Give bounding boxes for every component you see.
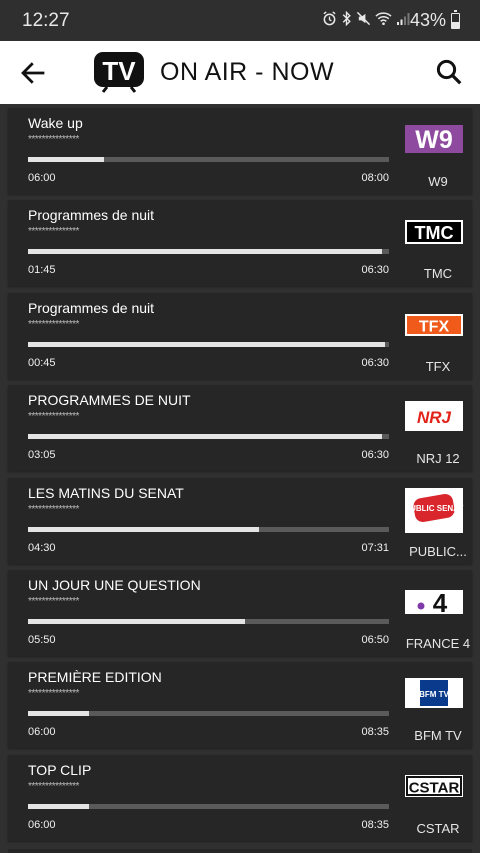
program-subtitle: *************** [28, 226, 79, 238]
channel-name: FRANCE 4 [405, 636, 471, 651]
start-time: 06:00 [28, 172, 56, 184]
start-time: 05:50 [28, 634, 56, 646]
channel-name: CSTAR [416, 820, 460, 836]
channel-logo-text: 4 [433, 588, 448, 617]
channel-logo-bfmtv: BFM TV [405, 678, 463, 709]
channel-logo-tmc: TMC [405, 220, 463, 245]
channel-name: NRJ 12 [416, 451, 460, 467]
program-subtitle: *************** [28, 318, 79, 330]
channel-logo-text: W9 [415, 126, 453, 154]
program-title: PREMIÈRE EDITION [28, 669, 162, 686]
progress-bar [28, 526, 389, 532]
program-subtitle: *************** [28, 503, 79, 515]
status-icons [322, 11, 410, 26]
start-time: 04:30 [28, 541, 56, 554]
progress-bar [28, 434, 389, 440]
status-bar: 12:27 43% [0, 0, 480, 41]
program-title: Wake up [28, 115, 83, 131]
progress-fill [28, 434, 382, 440]
progress-bar [28, 619, 389, 624]
program-card[interactable]: PROGRAMMES DE NUIT *************** 03:05… [8, 385, 472, 472]
channel-name: PUBLIC... [409, 543, 467, 559]
program-subtitle: *************** [28, 780, 79, 792]
channel-logo-text: TMC [415, 223, 454, 243]
channel-logo-w9: W9 [405, 125, 463, 154]
end-time: 06:30 [361, 356, 389, 369]
program-title: TOP CLIP [28, 761, 92, 778]
program-subtitle: *************** [28, 411, 79, 423]
progress-fill [28, 803, 90, 809]
end-time: 08:35 [361, 818, 389, 831]
channel-logo-cstar: CSTAR [405, 774, 463, 797]
progress-bar [28, 341, 389, 347]
program-card[interactable]: PREMIÈRE EDITION *************** 06:00 0… [8, 662, 472, 749]
status-time: 12:27 [22, 10, 70, 31]
start-time: 01:45 [28, 264, 56, 277]
program-title: Programmes de nuit [28, 207, 155, 224]
program-card[interactable]: Programmes de nuit *************** 01:45… [8, 200, 472, 287]
channel-name: W9 [428, 174, 448, 189]
program-card[interactable]: Programmes de nuit *************** 00:45… [8, 292, 472, 379]
channel-logo-public-senat: PUBLIC SENAT [405, 487, 463, 533]
program-subtitle: *************** [28, 688, 79, 700]
start-time: 06:00 [28, 818, 56, 831]
back-arrow-icon[interactable] [18, 58, 48, 88]
battery-icon [451, 10, 460, 29]
progress-bar [28, 803, 389, 809]
end-time: 06:50 [361, 634, 389, 646]
wifi-icon [375, 12, 392, 26]
channel-logo-text: BFM TV [419, 690, 449, 699]
signal-icon [397, 12, 410, 25]
mute-icon [356, 11, 371, 26]
channel-name: TMC [423, 266, 453, 282]
page-title: ON AIR - NOW [160, 58, 335, 86]
program-card[interactable]: LES MATINS DU SENAT *************** 04:3… [8, 477, 472, 564]
channel-logo-text: PUBLIC SENAT [405, 504, 463, 513]
tv-logo-text: TV [102, 56, 136, 86]
app-bar: TV ON AIR - NOW [0, 41, 480, 104]
end-time: 06:30 [361, 264, 389, 277]
alarm-icon [323, 11, 336, 26]
progress-fill [28, 341, 386, 347]
program-card[interactable]: UN JOUR UNE QUESTION *************** 05:… [8, 570, 472, 656]
channel-logo-text: CSTAR [409, 779, 460, 796]
program-title: UN JOUR UNE QUESTION [28, 577, 201, 593]
channel-logo-tfx: TFX [405, 313, 463, 336]
end-time: 08:00 [361, 172, 389, 184]
progress-bar [28, 711, 389, 717]
end-time: 08:35 [361, 726, 389, 739]
start-time: 06:00 [28, 726, 56, 739]
program-title: PROGRAMMES DE NUIT [28, 392, 191, 409]
progress-fill [28, 526, 260, 532]
start-time: 00:45 [28, 356, 56, 369]
progress-fill [28, 249, 382, 255]
channel-name: BFM TV [414, 728, 462, 744]
program-title: LES MATINS DU SENAT [28, 484, 184, 501]
channel-name: TFX [425, 358, 451, 374]
bluetooth-icon [342, 11, 351, 26]
start-time: 03:05 [28, 449, 56, 462]
search-icon[interactable] [434, 57, 464, 87]
channel-logo-text: TFX [419, 318, 450, 335]
program-card[interactable]: TOP CLIP *************** 06:00 08:35 CST… [8, 754, 472, 841]
end-time: 06:30 [361, 449, 389, 462]
channel-logo-france4: 4 [405, 588, 463, 617]
progress-fill [28, 711, 90, 717]
channel-logo-text: NRJ [417, 408, 452, 427]
program-card[interactable]: Wake up *************** 06:00 08:00 W9 W… [8, 108, 472, 194]
program-title: Programmes de nuit [28, 299, 155, 316]
progress-fill [28, 619, 245, 624]
channel-logo-nrj: NRJ [405, 401, 463, 432]
program-subtitle: *************** [28, 596, 79, 607]
tv-logo: TV [94, 52, 144, 93]
progress-fill [28, 157, 104, 162]
program-subtitle: *************** [28, 134, 79, 145]
progress-bar [28, 249, 389, 255]
end-time: 07:31 [361, 541, 389, 554]
progress-bar [28, 157, 389, 162]
next-card-edge [8, 849, 472, 853]
battery-percent: 43% [409, 10, 446, 30]
